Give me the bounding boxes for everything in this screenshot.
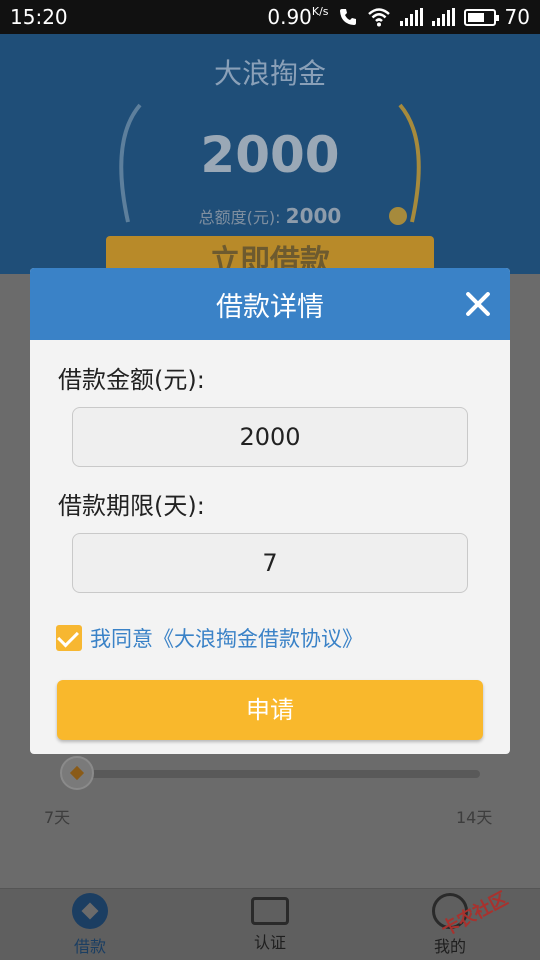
network-speed: 0.90K/s — [267, 5, 328, 29]
network-speed-unit: K/s — [311, 5, 329, 18]
gauge-amount: 2000 — [200, 126, 340, 184]
call-icon — [338, 7, 358, 27]
agreement-link[interactable]: 我同意《大浪掏金借款协议》 — [90, 623, 363, 653]
status-time: 15:20 — [10, 5, 68, 29]
term-label: 借款期限(天): — [58, 492, 205, 520]
total-credit: 总额度(元): 2000 — [0, 204, 540, 228]
slider-max-label: 14天 — [456, 808, 493, 827]
apply-button[interactable]: 申请 — [57, 680, 483, 740]
network-speed-value: 0.90 — [267, 5, 312, 29]
term-slider-track[interactable] — [60, 770, 480, 778]
amount-field[interactable]: 2000 — [72, 407, 468, 467]
certification-icon — [251, 896, 289, 925]
app-title: 大浪掏金 — [213, 57, 326, 90]
dialog-title: 借款详情 — [216, 291, 324, 323]
nav-label-borrow: 借款 — [73, 936, 106, 956]
dialog-header: 借款详情 — [30, 268, 510, 340]
wifi-icon — [367, 7, 391, 27]
borrow-icon — [72, 892, 108, 929]
agreement-row: 我同意《大浪掏金借款协议》 — [56, 623, 363, 653]
term-field[interactable]: 7 — [72, 533, 468, 593]
status-icons: 0.90K/s 70 — [267, 5, 530, 29]
total-credit-value: 2000 — [285, 204, 342, 228]
nav-item-borrow[interactable]: 借款 — [0, 889, 180, 960]
total-credit-label: 总额度(元): — [198, 208, 281, 227]
battery-icon — [463, 8, 499, 26]
term-slider-handle[interactable] — [60, 756, 94, 790]
agreement-checkbox[interactable] — [56, 625, 82, 651]
slider-min-label: 7天 — [44, 808, 71, 827]
amount-label: 借款金额(元): — [58, 366, 205, 394]
close-icon[interactable] — [460, 286, 496, 322]
loan-details-dialog: 借款详情 借款金额(元): 2000 借款期限(天): 7 我同意《大浪掏金借款… — [30, 268, 510, 754]
nav-item-certification[interactable]: 认证 — [180, 889, 360, 960]
status-bar: 15:20 0.90K/s 70 — [0, 0, 540, 34]
battery-level: 70 — [504, 5, 530, 29]
nav-label-certification: 认证 — [253, 932, 286, 952]
signal-4g-icon — [431, 8, 455, 26]
signal-icon — [399, 8, 423, 26]
